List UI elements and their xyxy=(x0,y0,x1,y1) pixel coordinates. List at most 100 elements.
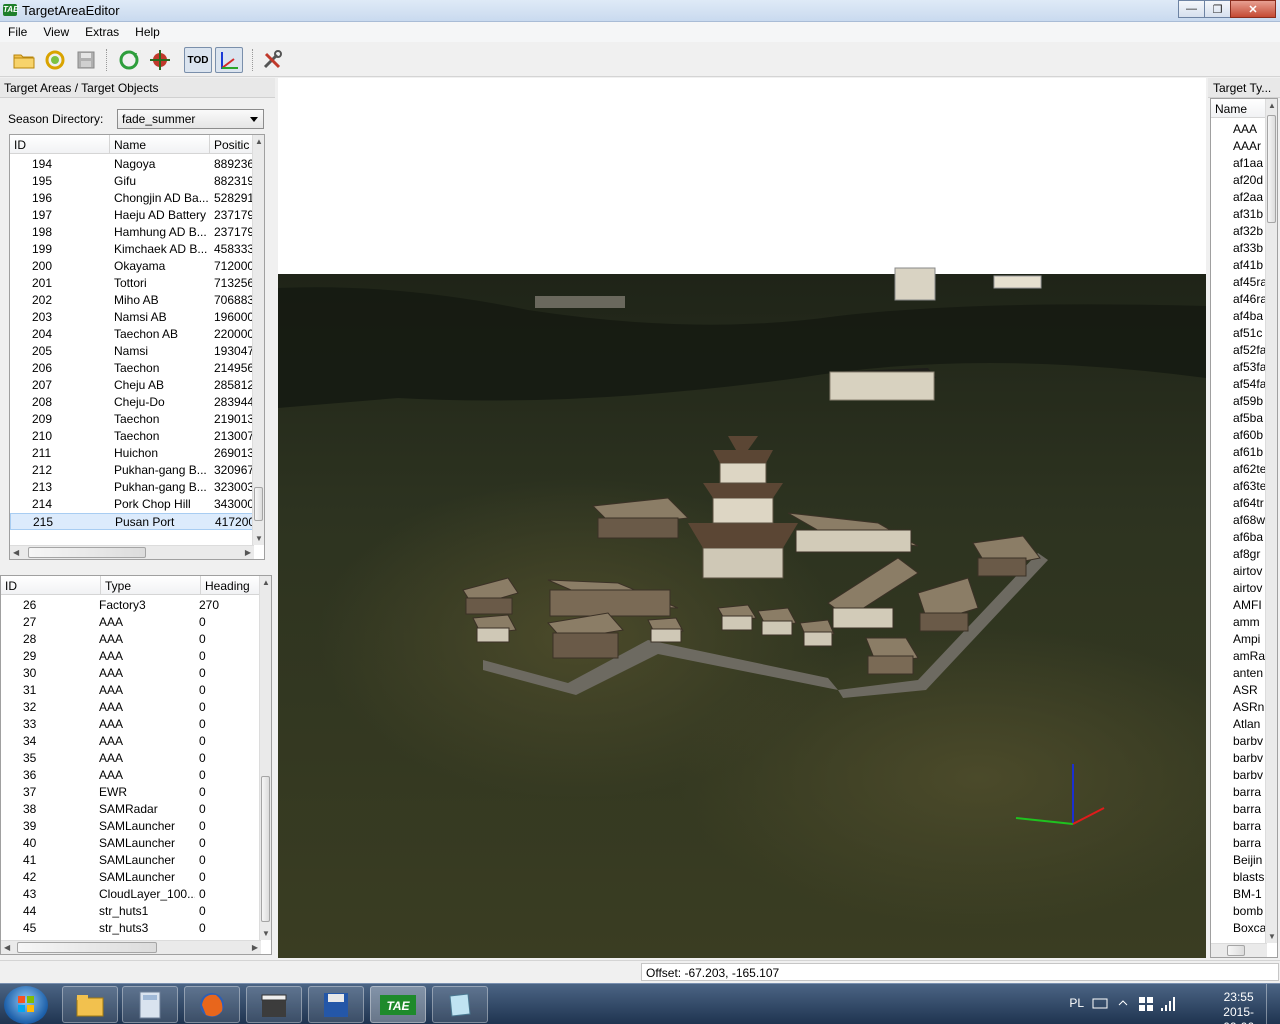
scroll-down-icon[interactable]: ▼ xyxy=(1268,932,1276,941)
table-row[interactable]: 201 Tottori 713256 xyxy=(10,275,254,292)
list-item[interactable]: BM-1 xyxy=(1233,886,1265,903)
list-item[interactable]: Boxca xyxy=(1233,920,1265,937)
reload-button[interactable] xyxy=(41,47,69,73)
vertical-scrollbar[interactable]: ▲ ▼ xyxy=(1265,99,1277,943)
table-row[interactable]: 31 AAA 0 xyxy=(1,682,255,699)
chevron-up-icon[interactable] xyxy=(1118,998,1128,1008)
table-row[interactable]: 200 Okayama 712000 xyxy=(10,258,254,275)
list-item[interactable]: af59b xyxy=(1233,393,1265,410)
column-header-id[interactable]: ID xyxy=(1,576,101,594)
column-header-type[interactable]: Type xyxy=(101,576,201,594)
table-row[interactable]: 33 AAA 0 xyxy=(1,716,255,733)
table-row[interactable]: 36 AAA 0 xyxy=(1,767,255,784)
list-item[interactable]: anten xyxy=(1233,665,1265,682)
language-indicator[interactable]: PL xyxy=(1069,996,1084,1010)
table-row[interactable]: 43 CloudLayer_100... 0 xyxy=(1,886,255,903)
list-item[interactable]: Atlan xyxy=(1233,716,1265,733)
scroll-left-icon[interactable]: ◀ xyxy=(4,943,10,952)
list-item[interactable]: af2aa xyxy=(1233,189,1265,206)
list-item[interactable]: af54fa xyxy=(1233,376,1265,393)
list-item[interactable]: af1aa xyxy=(1233,155,1265,172)
list-item[interactable]: Beijin xyxy=(1233,852,1265,869)
column-header-name[interactable]: Name xyxy=(110,135,210,153)
table-row[interactable]: 44 str_huts1 0 xyxy=(1,903,255,920)
taskbar-calculator[interactable] xyxy=(122,986,178,1023)
taskbar-explorer[interactable] xyxy=(62,986,118,1023)
list-item[interactable]: af46ra xyxy=(1233,291,1265,308)
list-item[interactable]: af20d xyxy=(1233,172,1265,189)
table-row[interactable]: 32 AAA 0 xyxy=(1,699,255,716)
scroll-up-icon[interactable]: ▲ xyxy=(262,578,270,587)
menu-extras[interactable]: Extras xyxy=(77,25,127,39)
table-row[interactable]: 215 Pusan Port 417200 xyxy=(10,513,256,530)
table-row[interactable]: 196 Chongjin AD Ba... 528291 xyxy=(10,190,254,207)
maximize-button[interactable]: ❐ xyxy=(1204,0,1231,18)
list-item[interactable]: barra xyxy=(1233,835,1265,852)
list-item[interactable]: AMFI xyxy=(1233,597,1265,614)
table-row[interactable]: 30 AAA 0 xyxy=(1,665,255,682)
target-crosshair-button[interactable] xyxy=(146,47,174,73)
horizontal-scrollbar[interactable] xyxy=(1211,943,1267,957)
table-row[interactable]: 209 Taechon 219013 xyxy=(10,411,254,428)
table-row[interactable]: 202 Miho AB 706883 xyxy=(10,292,254,309)
list-item[interactable]: af68w xyxy=(1233,512,1265,529)
taskbar-firefox[interactable] xyxy=(184,986,240,1023)
list-item[interactable]: Ampi xyxy=(1233,631,1265,648)
table-row[interactable]: 42 SAMLauncher 0 xyxy=(1,869,255,886)
list-item[interactable]: amRa xyxy=(1233,648,1265,665)
list-item[interactable]: barra xyxy=(1233,784,1265,801)
table-row[interactable]: 28 AAA 0 xyxy=(1,631,255,648)
scroll-up-icon[interactable]: ▲ xyxy=(1268,101,1276,110)
refresh-view-button[interactable] xyxy=(115,47,143,73)
list-item[interactable]: af64tr xyxy=(1233,495,1265,512)
table-row[interactable]: 211 Huichon 269013 xyxy=(10,445,254,462)
list-item[interactable]: af62te xyxy=(1233,461,1265,478)
table-row[interactable]: 205 Namsi 193047 xyxy=(10,343,254,360)
season-directory-select[interactable]: fade_summer xyxy=(117,109,264,129)
list-item[interactable]: af63te xyxy=(1233,478,1265,495)
scroll-thumb[interactable] xyxy=(1227,945,1245,956)
list-item[interactable]: af51c xyxy=(1233,325,1265,342)
clock[interactable]: 23:55 2015-09-06 xyxy=(1223,990,1254,1024)
table-row[interactable]: 27 AAA 0 xyxy=(1,614,255,631)
vertical-scrollbar[interactable]: ▲ ▼ xyxy=(252,135,264,545)
list-item[interactable]: barra xyxy=(1233,818,1265,835)
table-row[interactable]: 198 Hamhung AD B... 237179 xyxy=(10,224,254,241)
time-of-day-toggle[interactable]: TOD xyxy=(184,47,212,73)
table-row[interactable]: 45 str_huts3 0 xyxy=(1,920,255,937)
table-row[interactable]: 38 SAMRadar 0 xyxy=(1,801,255,818)
list-item[interactable]: amm xyxy=(1233,614,1265,631)
show-desktop-button[interactable] xyxy=(1266,984,1280,1024)
list-item[interactable]: af33b xyxy=(1233,240,1265,257)
close-button[interactable]: ✕ xyxy=(1230,0,1276,18)
vertical-scrollbar[interactable]: ▲ ▼ xyxy=(259,576,271,940)
list-item[interactable]: af61b xyxy=(1233,444,1265,461)
menu-view[interactable]: View xyxy=(35,25,77,39)
table-row[interactable]: 213 Pukhan-gang B... 323003 xyxy=(10,479,254,496)
network-signal-icon[interactable] xyxy=(1160,996,1176,1012)
taskbar-target-area-editor[interactable]: TAE xyxy=(370,986,426,1023)
list-item[interactable]: af60b xyxy=(1233,427,1265,444)
scroll-down-icon[interactable]: ▼ xyxy=(255,534,263,543)
list-item[interactable]: af4ba xyxy=(1233,308,1265,325)
taskbar-media-app[interactable] xyxy=(246,986,302,1023)
list-item[interactable]: ASR xyxy=(1233,682,1265,699)
list-item[interactable]: AAAr xyxy=(1233,138,1265,155)
table-row[interactable]: 26 Factory3 270 xyxy=(1,597,255,614)
list-item[interactable]: af45ra xyxy=(1233,274,1265,291)
axes-toggle[interactable] xyxy=(215,47,243,73)
list-item[interactable]: barra xyxy=(1233,801,1265,818)
3d-viewport[interactable] xyxy=(278,78,1206,958)
scroll-up-icon[interactable]: ▲ xyxy=(255,137,263,146)
keyboard-icon[interactable] xyxy=(1092,996,1108,1010)
table-row[interactable]: 210 Taechon 213007 xyxy=(10,428,254,445)
list-item[interactable]: af8gr xyxy=(1233,546,1265,563)
list-item[interactable]: af31b xyxy=(1233,206,1265,223)
scroll-thumb[interactable] xyxy=(261,776,270,922)
scroll-left-icon[interactable]: ◀ xyxy=(13,548,19,557)
table-row[interactable]: 214 Pork Chop Hill 343000 xyxy=(10,496,254,513)
table-row[interactable]: 207 Cheju AB 285812 xyxy=(10,377,254,394)
scroll-right-icon[interactable]: ▶ xyxy=(252,943,258,952)
list-item[interactable]: ASRn xyxy=(1233,699,1265,716)
table-row[interactable]: 206 Taechon 214956 xyxy=(10,360,254,377)
